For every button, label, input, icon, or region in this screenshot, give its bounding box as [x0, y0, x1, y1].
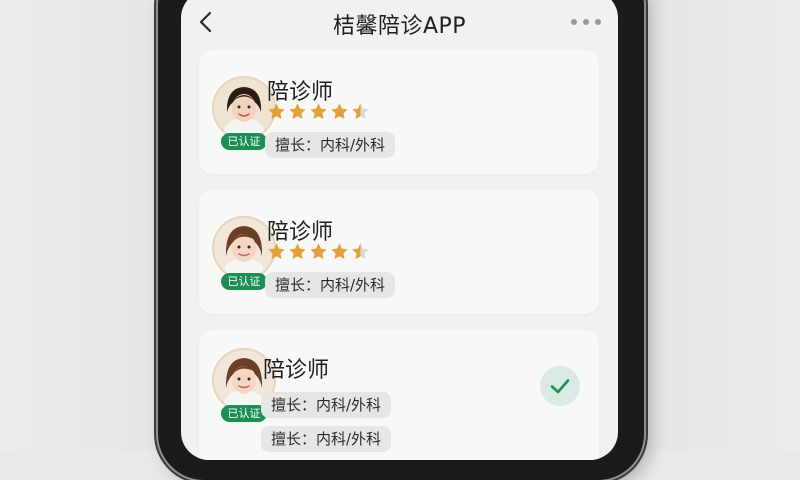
star-rating [267, 242, 370, 261]
avatar-container: 已认证 [214, 218, 274, 290]
star-icon [310, 243, 327, 259]
star-icon [289, 243, 306, 259]
background-left [0, 0, 160, 450]
page-title: 桔馨陪诊APP [332, 14, 467, 39]
more-dots-icon[interactable] [571, 19, 601, 25]
star-icon [289, 103, 306, 119]
star-icon [268, 243, 285, 259]
companion-card-selected[interactable]: 已认证 陪诊师 擅长：内科/外科 擅长：内科/外科 [199, 330, 599, 460]
star-icon [268, 103, 285, 119]
avatar [214, 78, 274, 138]
check-icon [550, 379, 570, 394]
companion-name: 陪诊师 [263, 358, 330, 383]
specialty-tag: 擅长：内科/外科 [261, 426, 392, 452]
star-rating [267, 102, 370, 121]
half-star-icon [352, 103, 369, 119]
specialty-tag: 擅长：内科/外科 [265, 132, 396, 158]
star-icon [331, 243, 348, 259]
app-screen: 桔馨陪诊APP 已认证 陪诊师 擅长：内科/外科 已认证 陪诊师 擅长：内科/外… [181, 0, 618, 460]
companion-card[interactable]: 已认证 陪诊师 擅长：内科/外科 [199, 50, 599, 174]
navigation-bar: 桔馨陪诊APP [181, 0, 618, 46]
companion-card[interactable]: 已认证 陪诊师 擅长：内科/外科 [199, 190, 599, 314]
avatar [214, 218, 274, 278]
verified-badge: 已认证 [221, 133, 267, 150]
specialty-tag: 擅长：内科/外科 [261, 392, 392, 418]
selected-check-button[interactable] [540, 366, 580, 406]
avatar-container: 已认证 [214, 78, 274, 150]
background-right [635, 0, 800, 450]
half-star-icon [352, 243, 369, 259]
star-icon [331, 103, 348, 119]
star-icon [310, 103, 327, 119]
specialty-tag: 擅长：内科/外科 [265, 272, 396, 298]
verified-badge: 已认证 [221, 273, 267, 290]
